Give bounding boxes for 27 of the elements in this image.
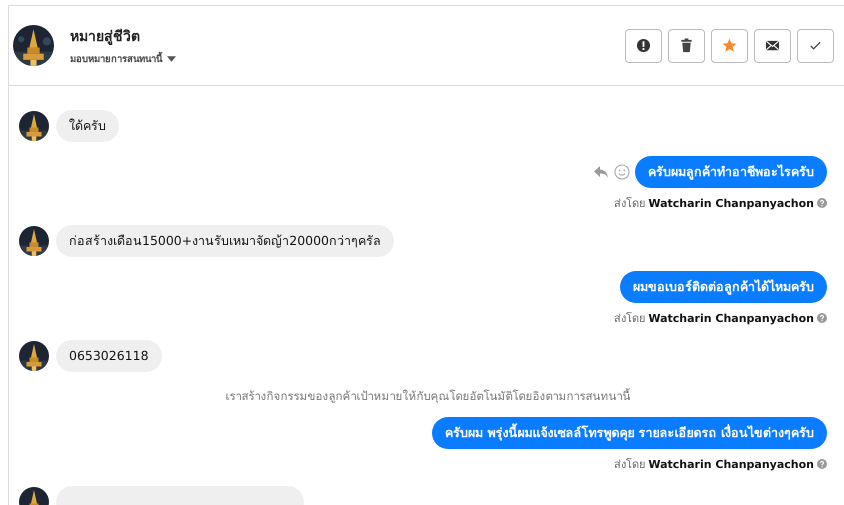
check-button[interactable] [797, 28, 834, 62]
trash-button[interactable] [668, 28, 705, 62]
message-bubble: ผมขอเบอร์ติดต่อลูกค้าได้ไหมครับ [620, 271, 827, 303]
message-bubble: ครับผม พรุ่งนี้ผมแจ้งเซลล์โทรพูดคุย รายละเอียดรถ เงื่อนไขต่างๆครับ [432, 417, 827, 449]
mail-button[interactable] [754, 28, 791, 62]
message-bubble: ก่อสร้างเดือน15000+งานรับเหมาจัดญ้า20000กว่าๆครัล [56, 225, 394, 257]
message-bubble: ครับผมลูกค้าทำอาชีพอะไรครับ [635, 156, 827, 188]
emoji-icon[interactable] [614, 164, 630, 180]
alert-icon [636, 38, 651, 53]
sender-label: ส่งโดย Watcharin Chanpanyachon [614, 311, 814, 327]
conversation-title: หมายสู่ชีวิต [70, 28, 141, 47]
caret-icon [167, 56, 176, 62]
system-note: เราสร้างกิจกรรมของลูกค้าเป้าหมายให้กับคุณโดยอัตโนมัติโดยอิงตามการสนทนานี้ [224, 387, 632, 403]
assign-dropdown[interactable]: มอบหมายการสนทนานี้ [70, 51, 176, 66]
message-bubble: 0653026118 [56, 340, 162, 372]
alert-button[interactable] [625, 28, 662, 62]
message-bubble: ใด้ครับ [56, 110, 119, 142]
sender-label: ส่งโดย Watcharin Chanpanyachon [614, 457, 814, 473]
reply-icon[interactable] [593, 164, 609, 180]
help-icon[interactable] [817, 313, 827, 323]
sender-label: ส่งโดย Watcharin Chanpanyachon [614, 196, 814, 212]
mail-icon [765, 38, 780, 53]
help-icon[interactable] [817, 459, 827, 469]
help-icon[interactable] [817, 198, 827, 208]
trash-icon [679, 38, 694, 53]
star-icon [722, 38, 737, 53]
star-button[interactable] [711, 28, 748, 62]
